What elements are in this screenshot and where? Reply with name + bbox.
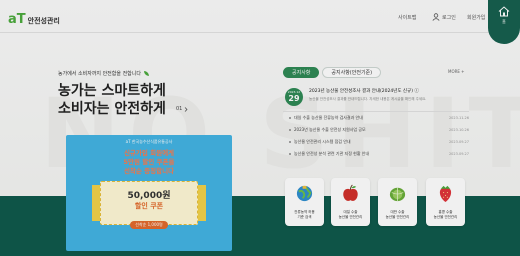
list-item[interactable]: 농산물 안전관리 시스템 점검 안내 2023.09.27 <box>289 139 469 145</box>
quick-link-label-line2: 농산물 안전관리 <box>338 215 363 219</box>
hero-tagline: 농가에서 소비자까지 안전함을 전합니다 <box>58 70 149 77</box>
quick-link-japan-export[interactable]: 대일 수출 농산물 안전관리 <box>331 178 370 226</box>
quick-link-hongkong-export[interactable]: 홍콩 수출 농산물 안전관리 <box>426 178 465 226</box>
quick-link-label: 잔류농약 허용 기준 검색 <box>287 210 322 220</box>
tab-notice-standard[interactable]: 공지사항(안전기준) <box>322 67 382 78</box>
logo-mark: aT <box>8 12 26 27</box>
featured-day: 29 <box>288 94 300 103</box>
notice-title: 농산물 안전관리 시스템 점검 안내 <box>289 139 351 145</box>
quick-link-taiwan-export[interactable]: 대만 수출 농산물 안전관리 <box>378 178 417 226</box>
hero-title-line2: 소비자는 안전하게 <box>58 101 166 117</box>
featured-notice[interactable]: 2023.12 29 2023년 농산물 안전성조사 결과 안내(2024년도 … <box>283 86 469 108</box>
header-divider <box>0 32 520 33</box>
leaf-icon <box>143 71 149 76</box>
home-label: 홈 <box>502 19 506 24</box>
list-item[interactable]: 2023년 농산물 수출 안전성 지원사업 공모 2023.10.26 <box>289 127 469 133</box>
list-item[interactable]: 농산물 안전성 분석 관련 기관 지정 현황 안내 2023.09.27 <box>289 151 469 157</box>
promo-banner[interactable]: aT 한국농수산식품유통공사 신규가입 회원에게 5만원 할인 쿠폰을 선착순 … <box>66 135 232 251</box>
notice-date: 2023.11.26 <box>448 116 469 120</box>
promo-headline: 신규가입 회원에게 5만원 할인 쿠폰을 선착순 증정합니다 <box>66 149 232 176</box>
home-button[interactable]: 홈 <box>488 0 520 44</box>
home-icon <box>498 6 510 17</box>
promo-headline-line3: 선착순 증정합니다 <box>123 167 175 175</box>
notice-tabs: 공지사항 공지사항(안전기준) <box>283 67 382 78</box>
chevron-right-icon <box>185 106 188 112</box>
hero-tagline-text: 농가에서 소비자까지 안전함을 전합니다 <box>58 71 141 77</box>
user-icon <box>432 13 440 21</box>
coupon-note: 선착순 1,000명 <box>130 221 168 229</box>
quick-link-label-line2: 농산물 안전관리 <box>385 215 410 219</box>
notice-divider <box>283 111 469 112</box>
featured-desc: 농산물 안전성조사 결과를 안내드립니다. 자세한 내용은 게시글을 확인해 주… <box>309 97 427 101</box>
notice-date: 2023.09.27 <box>448 140 469 144</box>
notice-title: 대일 수출 농산물 잔류농약 검사결과 안내 <box>289 115 363 121</box>
quick-link-label-line2: 농산물 안전관리 <box>433 215 458 219</box>
site-logo[interactable]: aT 안전성관리 <box>8 12 60 27</box>
quick-link-label: 홍콩 수출 농산물 안전관리 <box>428 210 463 220</box>
list-item[interactable]: 대일 수출 농산물 잔류농약 검사결과 안내 2023.11.26 <box>289 115 469 121</box>
promo-headline-line1: 신규가입 회원에게 <box>123 149 175 157</box>
tab-notice[interactable]: 공지사항 <box>283 67 320 78</box>
util-link-login[interactable]: 로그인 <box>442 14 456 21</box>
util-link-sitemap[interactable]: 사이트맵 <box>398 14 416 21</box>
notice-title: 2023년 농산물 수출 안전성 지원사업 공모 <box>289 127 366 133</box>
featured-date-badge: 2023.12 29 <box>285 88 303 106</box>
hero-pager[interactable]: 01 <box>176 106 188 112</box>
cabbage-icon <box>389 187 406 202</box>
coupon-ticket: 50,000원 할인 쿠폰 선착순 1,000명 <box>100 181 198 229</box>
globe-icon <box>296 185 313 202</box>
notice-title: 농산물 안전성 분석 관련 기관 지정 현황 안내 <box>289 151 369 157</box>
coupon-desc: 할인 쿠폰 <box>134 202 164 210</box>
quick-link-label: 대만 수출 농산물 안전관리 <box>380 210 415 220</box>
featured-title: 2023년 농산물 안전성조사 결과 안내(2024년도 신규) ⓘ <box>309 89 419 94</box>
hero-pager-number: 01 <box>176 106 183 112</box>
notice-date: 2023.10.26 <box>448 128 469 132</box>
notice-date: 2023.09.27 <box>448 152 469 156</box>
notice-more-link[interactable]: MORE + <box>448 69 465 74</box>
promo-brand: aT 한국농수산식품유통공사 <box>125 139 173 144</box>
promo-headline-line2: 5만원 할인 쿠폰을 <box>123 158 175 166</box>
util-link-join[interactable]: 회원가입 <box>467 14 485 21</box>
coupon-amount: 50,000원 <box>127 191 171 201</box>
hero-title-line1: 농가는 스마트하게 <box>58 83 166 99</box>
main-page: NO SHIT aT 안전성관리 사이트맵 로그인 회원가입 홈 농가에서 소비… <box>0 0 520 256</box>
apple-icon <box>343 184 358 201</box>
quick-link-label-line2: 기준 검색 <box>297 215 312 219</box>
logo-text: 안전성관리 <box>27 17 60 25</box>
quick-link-label: 대일 수출 농산물 안전관리 <box>333 210 368 220</box>
strawberry-icon <box>439 185 452 203</box>
hero-title: 농가는 스마트하게 소비자는 안전하게 <box>58 82 166 118</box>
quick-link-pesticide-search[interactable]: 잔류농약 허용 기준 검색 <box>285 178 324 226</box>
